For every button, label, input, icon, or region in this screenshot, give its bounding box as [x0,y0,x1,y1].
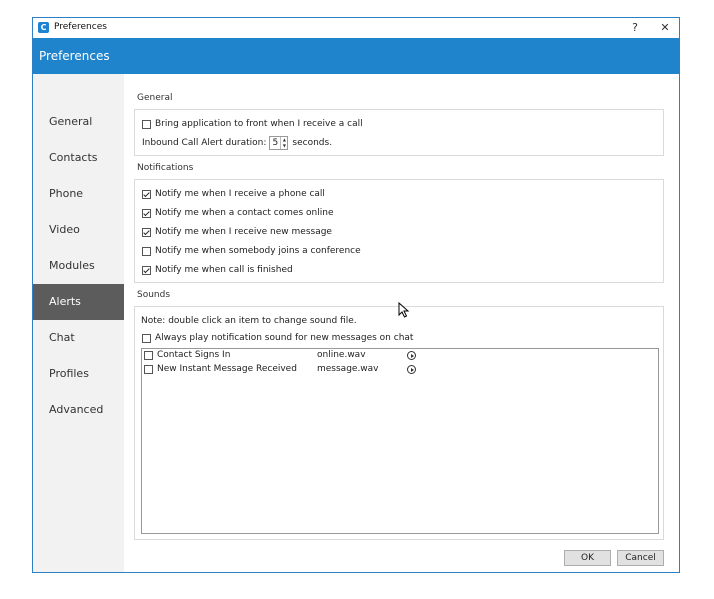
notifications-section-label: Notifications [137,163,194,173]
general-section-label: General [137,93,173,103]
list-item[interactable]: New Instant Message Received message.wav [144,363,654,377]
help-button[interactable]: ? [623,19,647,37]
sidebar-item-contacts[interactable]: Contacts [33,140,124,176]
sound-file-name: message.wav [317,364,379,374]
notify-call-finished-label: Notify me when call is finished [155,265,293,275]
notify-phone-call-option[interactable]: Notify me when I receive a phone call [142,187,325,201]
bring-to-front-label: Bring application to front when I receiv… [155,119,363,129]
window-title: Preferences [54,22,107,32]
notify-conference-join-label: Notify me when somebody joins a conferen… [155,246,361,256]
sounds-note: Note: double click an item to change sou… [141,316,357,326]
sidebar-item-chat[interactable]: Chat [33,320,124,356]
sound-row-checkbox[interactable] [144,365,153,374]
notify-new-message-label: Notify me when I receive new message [155,227,332,237]
alert-duration-stepper[interactable]: 5 ▲ ▼ [269,136,289,150]
always-play-sound-label: Always play notification sound for new m… [155,333,414,343]
notify-contact-online-checkbox[interactable] [142,208,151,218]
preferences-window: C Preferences ? ✕ Preferences General Co… [32,17,680,573]
general-group: Bring application to front when I receiv… [134,109,664,156]
always-play-sound-checkbox[interactable] [142,333,151,343]
sidebar-item-alerts[interactable]: Alerts [33,284,124,320]
sidebar-item-advanced[interactable]: Advanced [33,392,124,428]
sound-event-name: Contact Signs In [157,350,231,360]
notify-call-finished-option[interactable]: Notify me when call is finished [142,263,293,277]
notify-phone-call-label: Notify me when I receive a phone call [155,189,325,199]
sound-file-name: online.wav [317,350,366,360]
sidebar-item-phone[interactable]: Phone [33,176,124,212]
stepper-arrows-icon[interactable]: ▲ ▼ [280,137,287,149]
list-item[interactable]: Contact Signs In online.wav [144,349,654,363]
app-logo-icon: C [38,22,49,33]
page-title: Preferences [39,49,110,63]
sounds-group: Note: double click an item to change sou… [134,306,664,540]
play-icon[interactable] [407,365,416,374]
notifications-group: Notify me when I receive a phone call No… [134,179,664,283]
sound-list[interactable]: Contact Signs In online.wav New Instant … [141,348,659,534]
play-icon[interactable] [407,351,416,360]
alert-duration-row: Inbound Call Alert duration: 5 ▲ ▼ second… [142,136,332,150]
notify-conference-join-checkbox[interactable] [142,246,151,256]
sidebar: General Contacts Phone Video Modules Ale… [33,74,124,572]
notify-new-message-option[interactable]: Notify me when I receive new message [142,225,332,239]
sidebar-item-general[interactable]: General [33,104,124,140]
sidebar-item-video[interactable]: Video [33,212,124,248]
alert-duration-unit: seconds. [292,138,333,148]
header-banner: Preferences [33,38,679,74]
notify-call-finished-checkbox[interactable] [142,265,151,275]
mouse-cursor-icon [398,302,410,318]
sound-row-checkbox[interactable] [144,351,153,360]
sidebar-item-profiles[interactable]: Profiles [33,356,124,392]
ok-button[interactable]: OK [564,550,611,566]
bring-to-front-option[interactable]: Bring application to front when I receiv… [142,117,363,131]
title-bar: C Preferences ? ✕ [33,18,679,38]
notify-phone-call-checkbox[interactable] [142,189,151,199]
notify-contact-online-option[interactable]: Notify me when a contact comes online [142,206,333,220]
notify-contact-online-label: Notify me when a contact comes online [155,208,334,218]
cancel-button[interactable]: Cancel [617,550,664,566]
alert-duration-value[interactable]: 5 [270,137,280,149]
sounds-section-label: Sounds [137,290,171,300]
alert-duration-label: Inbound Call Alert duration: [142,138,267,148]
bring-to-front-checkbox[interactable] [142,119,151,129]
always-play-sound-option[interactable]: Always play notification sound for new m… [142,331,413,345]
sound-event-name: New Instant Message Received [157,364,297,374]
notify-conference-join-option[interactable]: Notify me when somebody joins a conferen… [142,244,361,258]
close-button[interactable]: ✕ [653,19,677,37]
notify-new-message-checkbox[interactable] [142,227,151,237]
sidebar-item-modules[interactable]: Modules [33,248,124,284]
